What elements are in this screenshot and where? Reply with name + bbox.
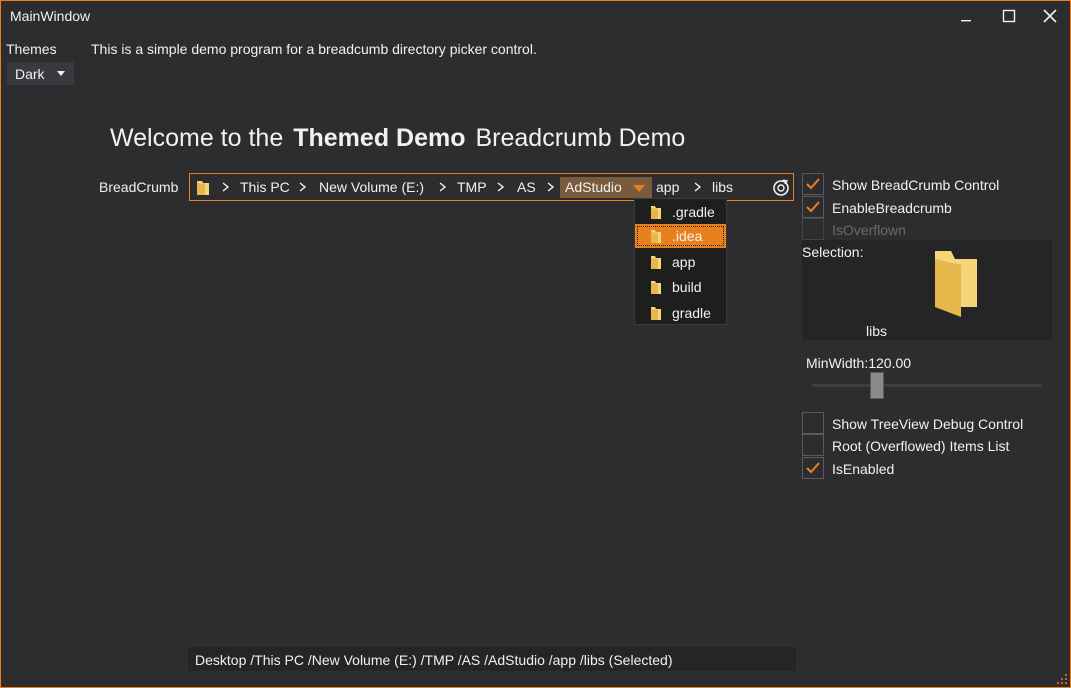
dropdown-arrow-icon[interactable] [633,185,645,192]
dropdown-item-label: gradle [672,305,711,321]
breadcrumb-item-label: AdStudio [565,179,622,195]
show-breadcrumb-label: Show BreadCrumb Control [832,177,1000,193]
is-overflown-checkbox [802,218,824,240]
breadcrumb-item-adstudio[interactable]: AdStudio [560,177,652,198]
breadcrumb-control[interactable]: This PC New Volume (E:) TMP AS AdStudio … [189,173,794,201]
window-title: MainWindow [10,8,91,24]
show-treeview-checkbox[interactable] [802,412,824,434]
checkmark-icon [806,462,820,474]
minimize-button[interactable] [946,1,986,31]
resize-grip-icon[interactable] [1054,671,1068,685]
close-button[interactable] [1030,1,1070,31]
min-width-slider-track[interactable] [812,384,1042,387]
title-bar[interactable]: MainWindow [1,1,1070,33]
breadcrumb-item-libs[interactable]: libs [712,179,733,195]
breadcrumb-item-app[interactable]: app [656,179,679,195]
welcome-prefix: Welcome to the [110,124,284,152]
min-width-slider-thumb[interactable] [870,372,884,399]
chevron-right-icon[interactable] [438,180,448,194]
selection-name: libs [866,323,888,339]
enable-breadcrumb-label: EnableBreadcrumb [832,200,952,216]
chevron-right-icon[interactable] [546,180,556,194]
enable-breadcrumb-checkbox[interactable] [802,196,824,218]
selected-path-text: Desktop /This PC /New Volume (E:) /TMP /… [195,652,673,668]
themes-selected-value: Dark [15,65,45,82]
folder-icon [651,307,661,320]
dropdown-item-app[interactable]: app [635,250,726,274]
chevron-right-icon[interactable] [496,180,506,194]
chevron-right-icon[interactable] [693,180,703,194]
breadcrumb-item-as[interactable]: AS [517,179,536,195]
checkmark-icon [806,201,820,213]
welcome-suffix: Breadcrumb Demo [475,124,686,152]
show-treeview-label: Show TreeView Debug Control [832,416,1024,432]
folder-icon[interactable] [196,179,210,196]
is-overflown-label: IsOverflown [832,222,906,238]
dropdown-item-label: app [672,254,696,270]
is-enabled-label: IsEnabled [832,461,895,477]
folder-icon [935,251,977,317]
selected-path-status: Desktop /This PC /New Volume (E:) /TMP /… [187,646,797,672]
maximize-icon [1002,9,1016,23]
breadcrumb-item-this-pc[interactable]: This PC [240,179,290,195]
checkmark-icon [806,178,820,190]
dropdown-item-label: build [672,279,702,295]
themes-label: Themes [6,41,57,57]
maximize-button[interactable] [989,1,1029,31]
min-width-label: MinWidth:120.00 [806,355,912,371]
welcome-bold: Themed Demo [293,124,466,152]
chevron-down-icon [57,71,65,76]
chevron-right-icon[interactable] [298,180,308,194]
root-items-checkbox[interactable] [802,434,824,456]
page-title: Welcome to the Themed Demo Breadcrumb Demo [110,124,685,153]
themes-dropdown[interactable]: Dark [6,61,75,86]
is-enabled-checkbox[interactable] [802,457,824,479]
dropdown-item-idea[interactable]: .idea [635,224,726,248]
refresh-icon[interactable] [771,178,791,198]
breadcrumb-label: BreadCrumb [99,179,179,195]
dropdown-item-build[interactable]: build [635,275,726,299]
main-window: MainWindow Themes Dark This is a simple … [0,0,1071,688]
description-text: This is a simple demo program for a brea… [91,41,537,57]
dropdown-item-gradle-hidden[interactable]: .gradle [635,200,726,224]
folder-icon [651,230,661,243]
folder-icon [651,281,661,294]
show-breadcrumb-checkbox[interactable] [802,173,824,195]
breadcrumb-item-new-volume[interactable]: New Volume (E:) [319,179,424,195]
dropdown-item-label: .idea [672,228,703,244]
folder-icon [651,206,661,219]
folder-icon [651,256,661,269]
root-items-label: Root (Overflowed) Items List [832,438,1010,454]
breadcrumb-dropdown-list[interactable]: .gradle .idea app build gradle [634,198,727,325]
dropdown-item-label: .gradle [672,204,715,220]
breadcrumb-item-tmp[interactable]: TMP [457,179,487,195]
close-icon [1043,9,1057,23]
dropdown-item-gradle[interactable]: gradle [635,301,726,325]
selection-label: Selection: [802,244,864,260]
minimize-icon [961,20,971,22]
chevron-right-icon[interactable] [221,180,231,194]
